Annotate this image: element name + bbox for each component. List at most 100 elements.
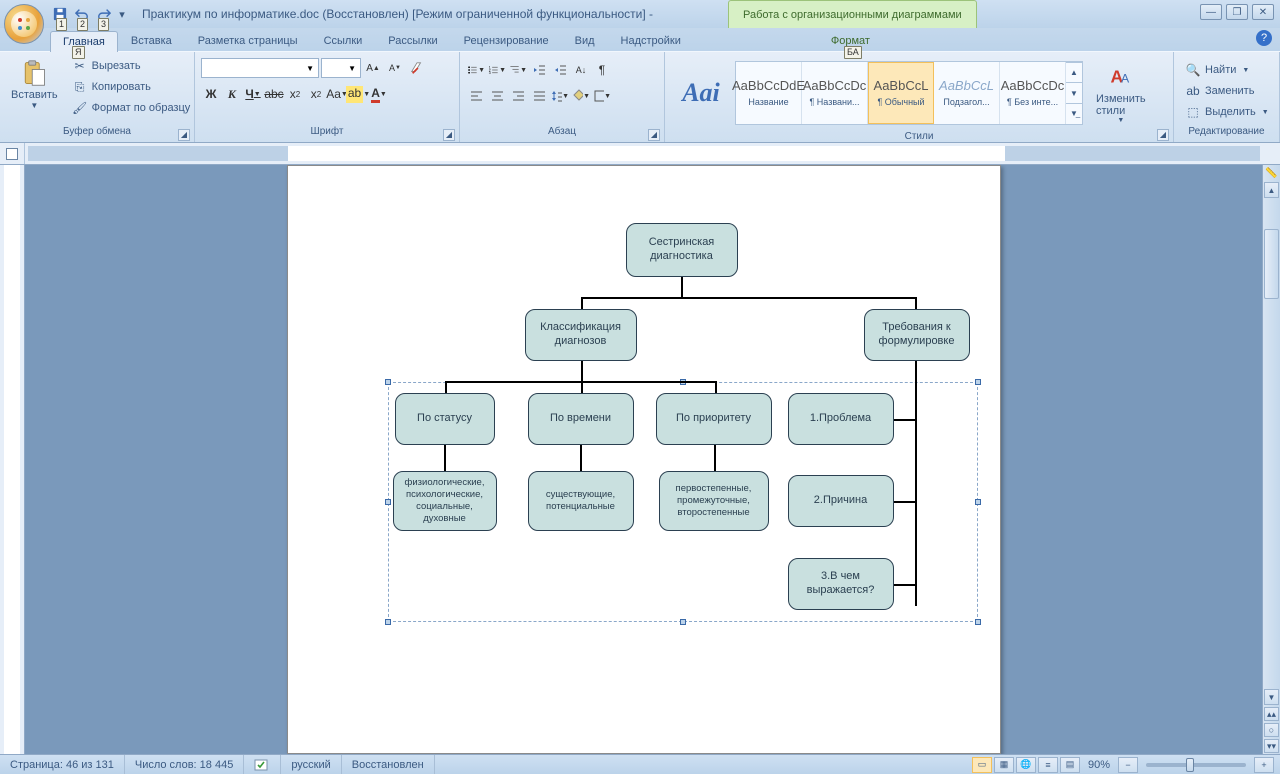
diagram-node[interactable]: 3.В чем выражается? [788,558,894,610]
close-button[interactable]: ✕ [1252,4,1274,20]
find-button[interactable]: 🔍Найти▼ [1180,60,1274,80]
copy-button[interactable]: ⎘Копировать [67,77,196,97]
tab-insert[interactable]: Вставка [118,30,185,51]
paragraph-dialog-launcher[interactable]: ◢ [648,129,660,141]
borders-button[interactable]: ▼ [592,86,612,106]
selection-handle[interactable] [680,619,686,625]
status-word-count[interactable]: Число слов: 18 445 [125,755,244,774]
diagram-node[interactable]: По времени [528,393,634,445]
tab-mailings[interactable]: Рассылки [375,30,450,51]
diagram-node[interactable]: Сестринская диагностика [626,223,738,277]
styles-dialog-launcher[interactable]: ◢ [1157,129,1169,141]
status-recovered[interactable]: Восстановлен [342,755,435,774]
view-draft-button[interactable]: ▤ [1060,757,1080,773]
font-size-combo[interactable]: ▼ [321,58,361,78]
italic-button[interactable]: К [222,84,242,104]
selection-handle[interactable] [975,499,981,505]
zoom-slider-thumb[interactable] [1186,758,1194,772]
vertical-scrollbar[interactable]: 📏 ▲ ▼ ▴▴ ○ ▾▾ [1262,165,1280,754]
tab-addins[interactable]: Надстройки [608,30,694,51]
status-spellcheck[interactable] [244,755,281,774]
restore-button[interactable]: ❐ [1226,4,1248,20]
gallery-up-button[interactable]: ▲ [1066,62,1082,83]
clipboard-dialog-launcher[interactable]: ◢ [178,129,190,141]
gallery-more-button[interactable]: ▼̲ [1066,103,1082,124]
ruler-toggle-button[interactable]: 📏 [1263,165,1280,181]
status-language[interactable]: русский [281,755,341,774]
strike-button[interactable]: abc [264,84,284,104]
align-left-button[interactable] [466,86,486,106]
view-print-layout-button[interactable]: ▭ [972,757,992,773]
line-spacing-button[interactable]: ▼ [550,86,570,106]
shading-button[interactable]: ▼ [571,86,591,106]
diagram-node[interactable]: По статусу [395,393,495,445]
align-center-button[interactable] [487,86,507,106]
zoom-level[interactable]: 90% [1088,759,1110,771]
selection-handle[interactable] [975,619,981,625]
scroll-down-button[interactable]: ▼ [1264,689,1279,705]
numbering-button[interactable]: 123▼ [487,60,507,80]
zoom-slider[interactable] [1146,763,1246,767]
select-button[interactable]: ⬚Выделить▼ [1180,102,1274,122]
selection-handle[interactable] [385,379,391,385]
view-outline-button[interactable]: ≡ [1038,757,1058,773]
highlight-button[interactable]: ab▼ [348,84,368,104]
shrink-font-button[interactable]: A▼ [385,58,405,78]
tab-review[interactable]: Рецензирование [451,30,562,51]
style-item[interactable]: AaBbCcL¶ Обычный [868,62,934,124]
selection-handle[interactable] [385,619,391,625]
view-web-button[interactable]: 🌐 [1016,757,1036,773]
increase-indent-button[interactable] [550,60,570,80]
help-button[interactable]: ? [1256,30,1272,46]
style-item[interactable]: AaBbCcDc¶ Без инте... [1000,62,1066,124]
qat-customize-button[interactable]: ▾ [116,4,128,24]
bullets-button[interactable]: ▼ [466,60,486,80]
diagram-node[interactable]: 1.Проблема [788,393,894,445]
zoom-in-button[interactable]: + [1254,757,1274,773]
gallery-down-button[interactable]: ▼ [1066,82,1082,103]
prev-page-button[interactable]: ▴▴ [1264,707,1279,721]
horizontal-ruler[interactable] [28,146,1260,161]
styles-gallery[interactable]: AaBbCcDdEНазвание AaBbCcDc¶ Названи... A… [735,61,1083,125]
tab-selector[interactable] [0,143,25,164]
scroll-thumb[interactable] [1264,229,1279,299]
paste-button[interactable]: Вставить ▼ [4,54,65,113]
next-page-button[interactable]: ▾▾ [1264,739,1279,753]
diagram-node[interactable]: По приоритету [656,393,772,445]
format-painter-button[interactable]: 🖌Формат по образцу [67,98,196,118]
show-marks-button[interactable]: ¶ [592,60,612,80]
zoom-out-button[interactable]: − [1118,757,1138,773]
diagram-node[interactable]: существующие, потенциальные [528,471,634,531]
tab-references[interactable]: Ссылки [311,30,376,51]
subscript-button[interactable]: x2 [285,84,305,104]
bold-button[interactable]: Ж [201,84,221,104]
minimize-button[interactable]: — [1200,4,1222,20]
decrease-indent-button[interactable] [529,60,549,80]
diagram-node[interactable]: 2.Причина [788,475,894,527]
superscript-button[interactable]: x2 [306,84,326,104]
style-item[interactable]: AaBbCcLПодзагол... [934,62,1000,124]
scroll-up-button[interactable]: ▲ [1264,182,1279,198]
font-dialog-launcher[interactable]: ◢ [443,129,455,141]
replace-button[interactable]: abЗаменить [1180,81,1274,101]
align-right-button[interactable] [508,86,528,106]
diagram-node[interactable]: физиологические, психологические, социал… [393,471,497,531]
sort-button[interactable]: A↓ [571,60,591,80]
selection-handle[interactable] [385,499,391,505]
diagram-node[interactable]: Требования к формулировке [864,309,970,361]
style-item[interactable]: AaBbCcDc¶ Названи... [802,62,868,124]
grow-font-button[interactable]: A▲ [363,58,383,78]
tab-page-layout[interactable]: Разметка страницы [185,30,311,51]
change-case-button[interactable]: Aa▼ [327,84,347,104]
style-item[interactable]: AaBbCcDdEНазвание [736,62,802,124]
clear-formatting-button[interactable] [407,58,427,78]
view-full-screen-button[interactable]: ▦ [994,757,1014,773]
font-color-button[interactable]: A▼ [369,84,389,104]
tab-view[interactable]: Вид [562,30,608,51]
diagram-node[interactable]: первостепенные, промежуточные, второстеп… [659,471,769,531]
status-page[interactable]: Страница: 46 из 131 [0,755,125,774]
vertical-ruler[interactable] [0,165,25,754]
browse-object-button[interactable]: ○ [1264,723,1279,737]
selection-handle[interactable] [975,379,981,385]
justify-button[interactable] [529,86,549,106]
